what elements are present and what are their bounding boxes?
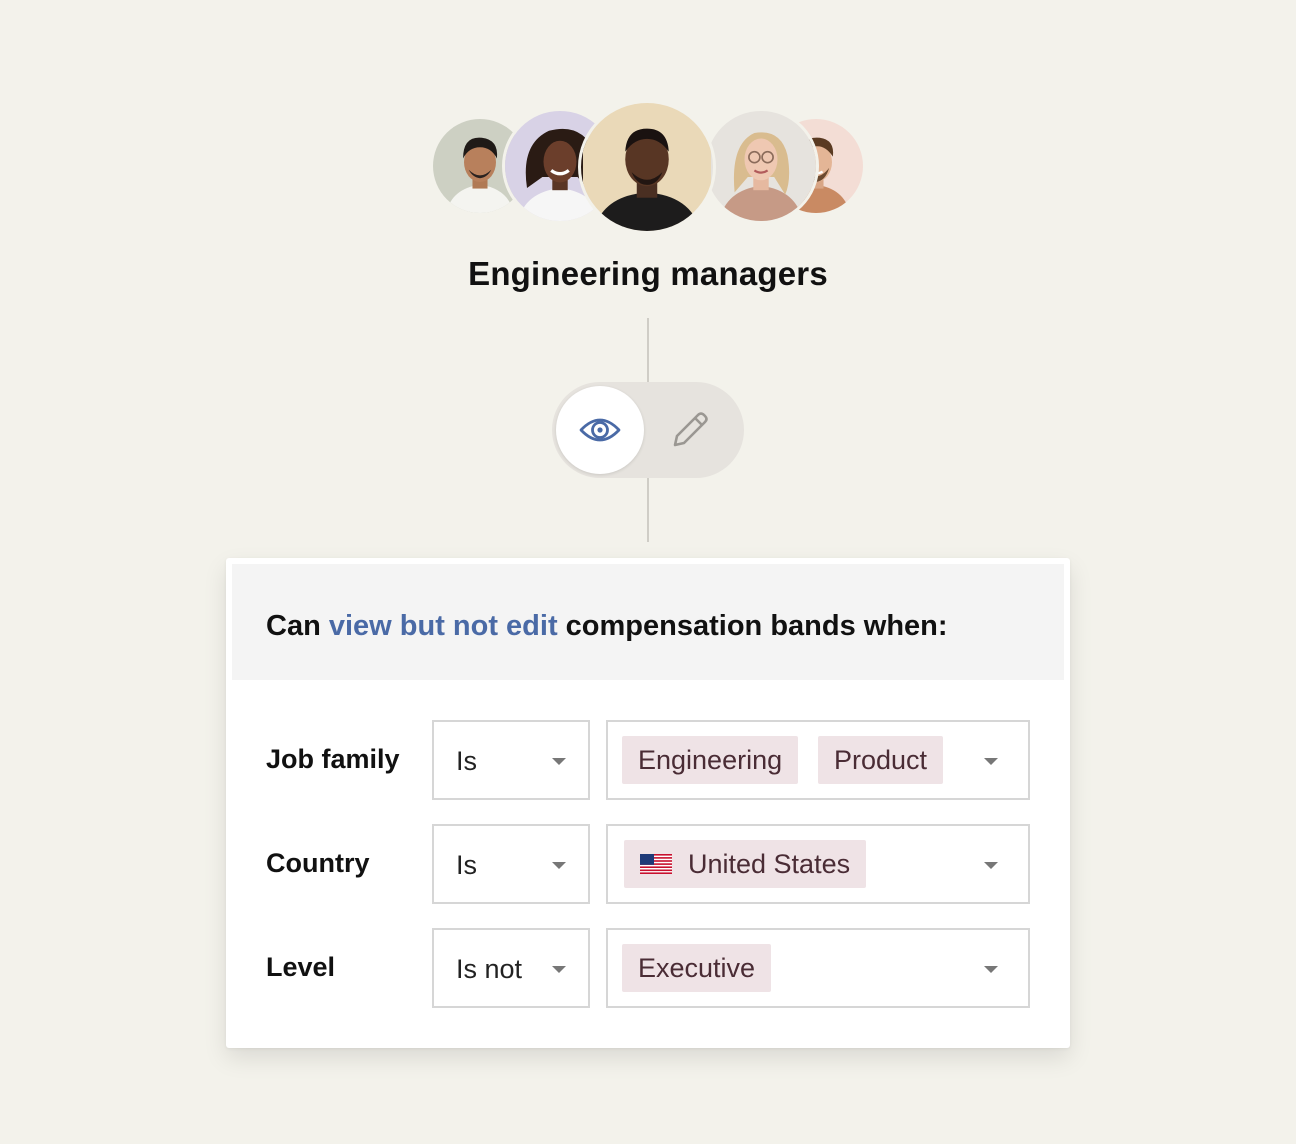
rule-title: Can view but not edit compensation bands… <box>266 610 948 643</box>
operator-value: Is not <box>456 954 523 984</box>
operator-select[interactable]: Is <box>432 720 590 800</box>
pencil-icon <box>673 412 708 447</box>
values-select[interactable]: United States <box>606 824 1030 904</box>
condition-label: Job family <box>266 744 400 774</box>
group-title: Engineering managers <box>468 255 828 292</box>
operator-value: Is <box>456 746 478 776</box>
value-chip-label: United States <box>688 848 851 879</box>
values-select[interactable]: Executive <box>606 928 1030 1008</box>
value-chip[interactable]: United States <box>624 840 867 888</box>
rule-title-prefix: Can <box>266 610 329 642</box>
chevron-down-icon <box>552 758 566 765</box>
value-chip[interactable]: Engineering <box>622 736 799 784</box>
rule-card-header: Can view but not edit compensation bands… <box>232 564 1064 680</box>
operator-select[interactable]: Is <box>432 824 590 904</box>
connector-line <box>647 318 649 382</box>
chevron-down-icon <box>984 966 998 973</box>
chevron-down-icon <box>984 862 998 869</box>
value-chip[interactable]: Executive <box>622 944 772 992</box>
view-option[interactable] <box>556 386 644 474</box>
rule-title-highlight: view but not edit <box>328 610 558 642</box>
values-select[interactable]: Engineering Product <box>606 720 1030 800</box>
condition-row-country: Country Is United States <box>226 824 1070 904</box>
condition-label: Level <box>266 952 336 982</box>
chevron-down-icon <box>552 966 566 973</box>
rule-title-suffix: compensation bands when: <box>557 610 948 642</box>
operator-value: Is <box>456 850 478 880</box>
rule-card: Can view but not edit compensation bands… <box>226 558 1070 1048</box>
us-flag-icon <box>640 854 672 874</box>
chevron-down-icon <box>984 758 998 765</box>
connector-line <box>647 478 649 542</box>
view-edit-toggle[interactable] <box>552 382 744 478</box>
chevron-down-icon <box>552 862 566 869</box>
avatar <box>578 100 716 234</box>
avatar-group <box>0 0 1296 240</box>
condition-row-level: Level Is not Executive <box>226 928 1070 1008</box>
condition-row-job-family: Job family Is Engineering Product <box>226 720 1070 800</box>
operator-select[interactable]: Is not <box>432 928 590 1008</box>
eye-icon <box>579 418 621 442</box>
value-chip[interactable]: Product <box>818 736 944 784</box>
condition-label: Country <box>266 848 370 878</box>
edit-option[interactable] <box>664 404 716 456</box>
avatar <box>703 108 819 224</box>
